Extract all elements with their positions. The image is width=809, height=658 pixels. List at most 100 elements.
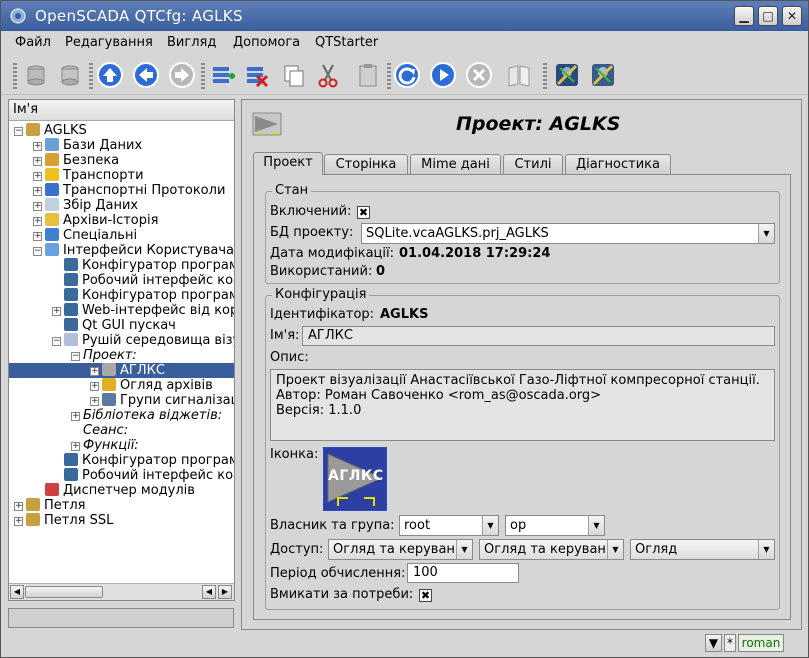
forward-button[interactable] [167,60,197,90]
item-delete-button[interactable] [241,60,271,90]
tree-item[interactable]: Диспетчер модулів [33,483,195,498]
enabled-checkbox[interactable]: ✖ [357,206,370,219]
expand-icon[interactable]: + [90,397,99,406]
collapse-icon[interactable]: − [14,127,23,136]
cut-button[interactable] [313,60,343,90]
tab-project[interactable]: Проект [253,152,323,175]
tree-item[interactable]: + Архіви-Історія [33,213,158,228]
tree-item[interactable]: Сеанс: [71,423,128,438]
expand-icon[interactable]: + [14,517,23,526]
expand-icon[interactable]: + [33,142,42,151]
project-db-select[interactable]: SQLite.vcaAGLKS.prj_AGLKS ▼ [361,223,775,244]
tree-item[interactable]: + Бібліотека віджетів: [71,408,222,423]
scroll-left-arrow-icon[interactable]: ◀ [10,585,24,599]
status-dropdown-button[interactable]: ▼ [705,634,722,652]
copy-button[interactable] [279,60,309,90]
start-button[interactable] [428,60,458,90]
expand-icon[interactable]: + [71,412,80,421]
menu-file[interactable]: Файл [15,35,51,50]
access-group-select[interactable]: Огляд та керування ▼ [479,539,624,560]
user-indicator[interactable]: roman [738,634,784,652]
access-owner-select[interactable]: Огляд та керування ▼ [328,539,473,560]
toolbar-handle[interactable] [13,63,17,89]
title-bar[interactable]: OpenSCADA QTCfg: AGLKS ▁ □ ✕ [1,1,808,31]
maximize-button[interactable]: □ [758,6,778,26]
expand-icon[interactable]: + [33,187,42,196]
paste-button[interactable] [353,60,383,90]
db-load-button[interactable] [21,60,51,90]
tree-item[interactable]: + Web-інтерфейс від користувача [52,303,234,318]
expand-icon[interactable]: + [90,367,99,376]
tree-item[interactable]: − Проект: [71,348,137,363]
scroll-right-arrow-icon[interactable]: ▶ [218,585,232,599]
scroll-left-arrow-icon[interactable]: ◀ [202,585,216,599]
tree-item[interactable]: + Функції: [71,438,139,453]
tree-item[interactable]: Робочий інтерфейс користувача [52,468,234,483]
close-button[interactable]: ✕ [782,6,802,26]
tree-item[interactable]: + Огляд архівів [90,378,213,393]
collapse-icon[interactable]: − [71,352,80,361]
group-select[interactable]: op ▼ [505,515,605,536]
tree-item[interactable]: Qt GUI пускач [52,318,176,333]
tree-item[interactable]: − AGLKS [14,123,87,138]
stop-button[interactable] [464,60,494,90]
db-save-button[interactable] [55,60,85,90]
period-field[interactable]: 100 [407,563,519,583]
navigation-tree[interactable]: Ім'я − AGLKS + Бази Даних + Безпека + Транспорт… [8,99,235,601]
menu-qtstarter[interactable]: QTStarter [315,35,378,50]
tree-item[interactable]: − Інтерфейси Користувача [33,243,234,258]
refresh-button[interactable] [392,60,422,90]
scrollbar-thumb[interactable] [25,586,103,598]
up-button[interactable] [95,60,125,90]
tab-page[interactable]: Сторінка [324,154,408,174]
menu-view[interactable]: Вигляд [167,35,216,50]
tree-column-header[interactable]: Ім'я [9,100,234,121]
tree-body[interactable]: − AGLKS + Бази Даних + Безпека + Транспорти + Тра… [9,122,234,582]
owner-select[interactable]: root ▼ [399,515,499,536]
expand-icon[interactable]: + [33,172,42,181]
tree-item[interactable]: + Безпека [33,153,119,168]
collapse-icon[interactable]: − [52,337,61,346]
expand-icon[interactable]: + [52,307,61,316]
tree-item[interactable]: + Групи сигналізацій [90,393,234,408]
collapse-icon[interactable]: − [33,247,42,256]
enable-on-demand-checkbox[interactable]: ✖ [419,589,432,602]
menu-edit[interactable]: Редагування [65,35,153,50]
tree-item[interactable]: Робочий інтерфейс користувача [52,273,234,288]
left-status-field [8,608,234,628]
tree-item[interactable]: + Спеціальні [33,228,137,243]
expand-icon[interactable]: + [71,442,80,451]
tree-item[interactable]: + Транспортні Протоколи [33,183,225,198]
expand-icon[interactable]: + [14,502,23,511]
tree-item[interactable]: + Транспорти [33,168,144,183]
item-add-button[interactable] [207,60,237,90]
tab-styles[interactable]: Стилі [503,154,563,174]
vision-module-button[interactable] [588,60,618,90]
menu-help[interactable]: Допомога [233,35,300,50]
tree-item[interactable]: Конфігуратор програми [52,453,234,468]
tree-item[interactable]: + Петля [14,498,85,513]
tree-item[interactable]: + Петля SSL [14,513,113,528]
expand-icon[interactable]: + [33,217,42,226]
expand-icon[interactable]: + [90,382,99,391]
expand-icon[interactable]: + [33,157,42,166]
tree-item[interactable]: − Рушій середовища візуалізації [52,333,234,348]
tree-horizontal-scrollbar[interactable]: ◀ ◀ ▶ [9,583,234,600]
qtcfg-module-button[interactable] [552,60,582,90]
tree-item[interactable]: + АГЛКС [9,363,234,378]
name-field[interactable]: АГЛКС [302,326,775,346]
tab-diagnostics[interactable]: Діагностика [565,154,671,174]
tree-item[interactable]: + Збір Даних [33,198,138,213]
description-textarea[interactable]: Проект візуалізації Анастасіївської Газо… [270,369,775,441]
back-button[interactable] [131,60,161,90]
access-other-select[interactable]: Огляд ▼ [630,539,775,560]
tree-item[interactable]: Конфігуратор програми [52,288,234,303]
tree-item[interactable]: + Бази Даних [33,138,142,153]
project-icon-preview[interactable]: АГЛКС [323,447,387,511]
expand-icon[interactable]: + [33,232,42,241]
tree-item[interactable]: Конфігуратор програми [52,258,234,273]
tab-mime-data[interactable]: Mime дані [410,154,501,174]
manual-button[interactable] [504,60,534,90]
minimize-button[interactable]: ▁ [734,6,754,26]
expand-icon[interactable]: + [33,202,42,211]
